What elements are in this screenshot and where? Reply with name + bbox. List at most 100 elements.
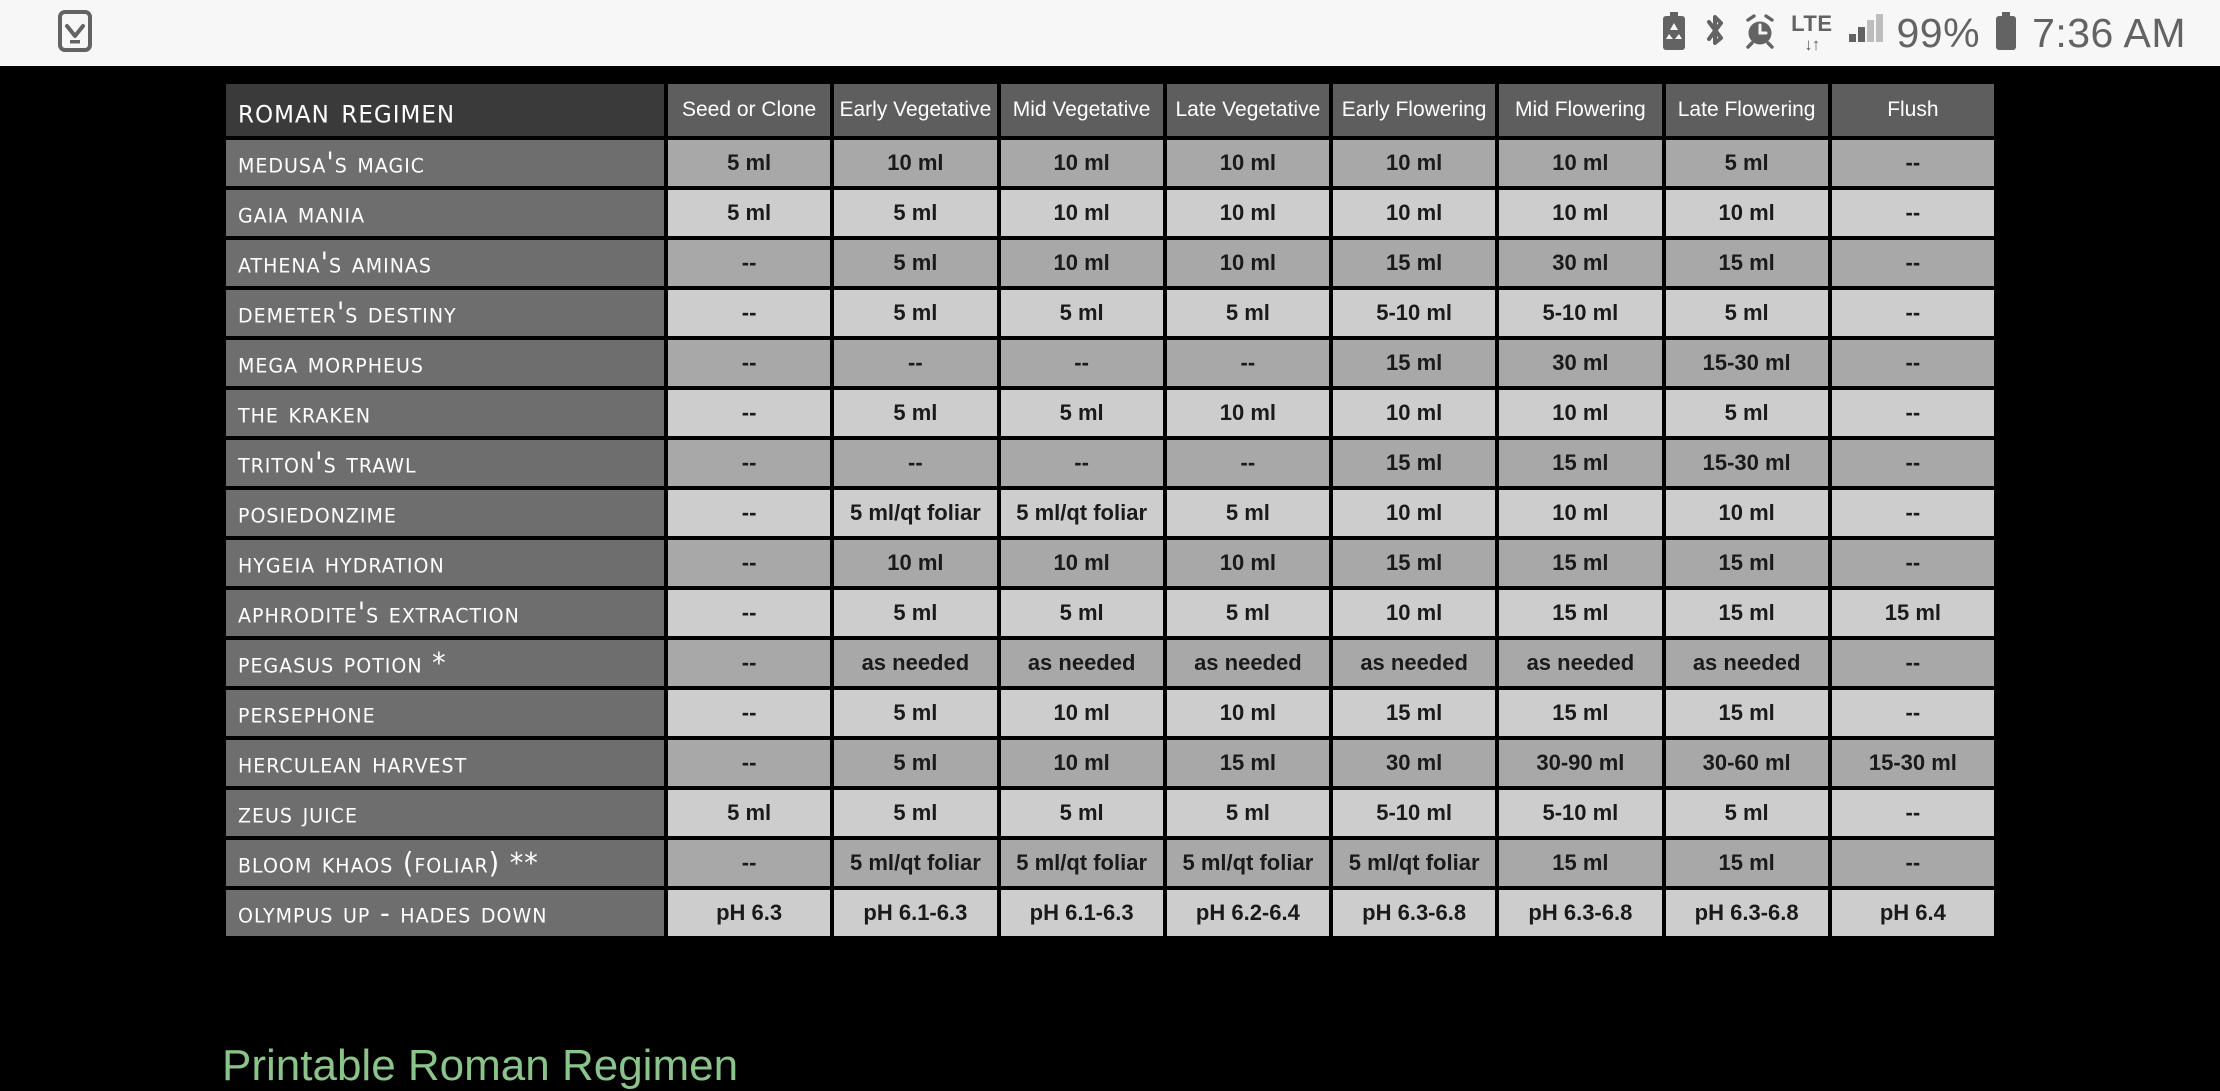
- table-cell: 10 ml: [1000, 140, 1163, 186]
- table-cell: --: [668, 290, 831, 336]
- table-cell: as needed: [1166, 640, 1329, 686]
- status-bar-left-icons: [58, 9, 92, 57]
- table-cell: 15 ml: [1831, 590, 1994, 636]
- table-cell: 15 ml: [1333, 440, 1496, 486]
- table-cell: 15 ml: [1166, 740, 1329, 786]
- lte-label: LTE: [1791, 11, 1833, 36]
- table-cell: pH 6.3-6.8: [1333, 890, 1496, 936]
- table-cell: 10 ml: [1499, 490, 1662, 536]
- lte-data-icon: LTE ↓↑: [1791, 11, 1833, 54]
- table-cell: --: [668, 840, 831, 886]
- table-cell: --: [1831, 390, 1994, 436]
- table-cell: 10 ml: [1000, 690, 1163, 736]
- table-body: Medusa's Magic 5 ml 10 ml 10 ml 10 ml 10 ml 10…: [226, 140, 1994, 936]
- table-cell: 10 ml: [1166, 240, 1329, 286]
- table-cell: 15 ml: [1665, 840, 1828, 886]
- table-cell: 30 ml: [1499, 240, 1662, 286]
- table-cell: 5 ml: [834, 590, 997, 636]
- table-cell: 30-90 ml: [1499, 740, 1662, 786]
- table-cell: 5 ml: [1000, 790, 1163, 836]
- table-cell: --: [668, 540, 831, 586]
- column-header-1: Seed or Clone: [668, 84, 831, 136]
- table-cell: --: [1831, 690, 1994, 736]
- table-cell: 5-10 ml: [1333, 790, 1496, 836]
- row-label-2: Gaia Mania: [226, 190, 664, 236]
- table-cell: --: [1831, 240, 1994, 286]
- table-cell: 10 ml: [1333, 140, 1496, 186]
- table-cell: as needed: [1333, 640, 1496, 686]
- page-content: Roman Regimen Seed or Clone Early Vegetati…: [0, 66, 2220, 1090]
- table-row: Persephone -- 5 ml 10 ml 10 ml 15 ml 15 ml 15 m…: [226, 690, 1994, 736]
- table-cell: 10 ml: [1499, 390, 1662, 436]
- row-label-4: Demeter's Destiny: [226, 290, 664, 336]
- table-row: Herculean Harvest -- 5 ml 10 ml 15 ml 30 ml 30…: [226, 740, 1994, 786]
- row-label-text: Zeus Juice: [238, 796, 358, 830]
- roman-regimen-table: Roman Regimen Seed or Clone Early Vegetati…: [222, 80, 1998, 940]
- table-title-text: Roman Regimen: [238, 89, 456, 131]
- table-cell: 5 ml/qt foliar: [1166, 840, 1329, 886]
- column-header-2: Early Vegetative: [834, 84, 997, 136]
- table-row: Gaia Mania 5 ml 5 ml 10 ml 10 ml 10 ml 10 ml 10…: [226, 190, 1994, 236]
- table-cell: 15 ml: [1333, 340, 1496, 386]
- table-cell: 10 ml: [1166, 690, 1329, 736]
- table-cell: --: [668, 640, 831, 686]
- battery-icon: [1994, 11, 2018, 55]
- table-cell: 5 ml: [668, 190, 831, 236]
- table-cell: 15 ml: [1333, 240, 1496, 286]
- table-cell: --: [1831, 540, 1994, 586]
- table-row: Zeus Juice 5 ml 5 ml 5 ml 5 ml 5-10 ml 5-10 ml…: [226, 790, 1994, 836]
- table-cell: 5 ml: [834, 790, 997, 836]
- table-cell: 10 ml: [1333, 190, 1496, 236]
- table-cell: 5 ml/qt foliar: [834, 490, 997, 536]
- table-cell: 10 ml: [1665, 490, 1828, 536]
- row-label-text: Gaia Mania: [238, 196, 366, 230]
- table-cell: 5 ml: [1665, 790, 1828, 836]
- table-cell: 5 ml/qt foliar: [1333, 840, 1496, 886]
- table-cell: --: [1000, 440, 1163, 486]
- table-cell: --: [834, 440, 997, 486]
- row-label-13: Herculean Harvest: [226, 740, 664, 786]
- table-cell: 5 ml: [834, 190, 997, 236]
- table-cell: 5 ml: [1665, 140, 1828, 186]
- table-cell: pH 6.1-6.3: [834, 890, 997, 936]
- notification-checklist-icon: [58, 9, 92, 57]
- row-label-6: The Kraken: [226, 390, 664, 436]
- status-bar: LTE ↓↑ 99% 7:36 AM: [0, 0, 2220, 66]
- table-cell: 5 ml: [1665, 290, 1828, 336]
- table-cell: 5 ml/qt foliar: [1000, 840, 1163, 886]
- table-cell: --: [1831, 640, 1994, 686]
- table-cell: --: [1831, 440, 1994, 486]
- table-row: Athena's Aminas -- 5 ml 10 ml 10 ml 15 ml 30 m…: [226, 240, 1994, 286]
- table-cell: 10 ml: [834, 140, 997, 186]
- row-label-1: Medusa's Magic: [226, 140, 664, 186]
- battery-percent-label: 99%: [1896, 9, 1981, 56]
- table-cell: 5 ml: [1000, 290, 1163, 336]
- table-row: The Kraken -- 5 ml 5 ml 10 ml 10 ml 10 ml 5 ml -…: [226, 390, 1994, 436]
- table-row: Posiedonzime -- 5 ml/qt foliar 5 ml/qt foli…: [226, 490, 1994, 536]
- table-row: Triton's Trawl -- -- -- -- 15 ml 15 ml 15-30 ml…: [226, 440, 1994, 486]
- column-header-4: Late Vegetative: [1166, 84, 1329, 136]
- row-label-text: Triton's Trawl: [238, 446, 417, 480]
- table-cell: pH 6.3-6.8: [1665, 890, 1828, 936]
- row-label-text: Athena's Aminas: [238, 246, 432, 280]
- row-label-3: Athena's Aminas: [226, 240, 664, 286]
- table-cell: --: [1000, 340, 1163, 386]
- row-label-5: Mega Morpheus: [226, 340, 664, 386]
- table-cell: 15-30 ml: [1831, 740, 1994, 786]
- table-cell: pH 6.1-6.3: [1000, 890, 1163, 936]
- table-cell: 15 ml: [1499, 590, 1662, 636]
- printable-roman-regimen-link[interactable]: Printable Roman Regimen: [222, 1041, 738, 1091]
- table-cell: 30 ml: [1333, 740, 1496, 786]
- table-cell: 15 ml: [1333, 540, 1496, 586]
- table-cell: 15 ml: [1665, 540, 1828, 586]
- table-cell: pH 6.2-6.4: [1166, 890, 1329, 936]
- table-cell: 30-60 ml: [1665, 740, 1828, 786]
- row-label-text: The Kraken: [238, 396, 372, 430]
- table-cell: --: [668, 240, 831, 286]
- table-cell: 15 ml: [1499, 440, 1662, 486]
- row-label-text: Posiedonzime: [238, 496, 397, 530]
- table-cell: 5 ml/qt foliar: [834, 840, 997, 886]
- table-cell: 5-10 ml: [1333, 290, 1496, 336]
- table-row: Pegasus Potion * -- as needed as needed as n…: [226, 640, 1994, 686]
- table-cell: as needed: [1000, 640, 1163, 686]
